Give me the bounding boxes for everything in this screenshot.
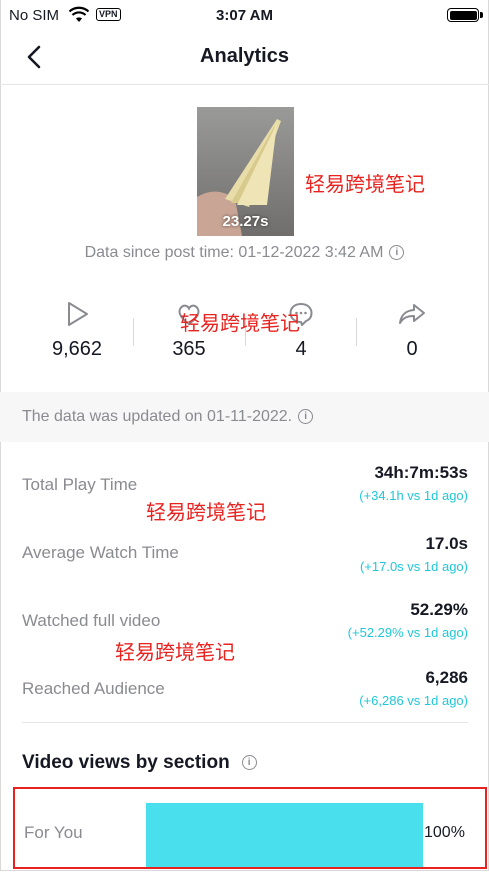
metric-change: (+6,286 vs 1d ago) bbox=[359, 693, 468, 708]
battery-icon bbox=[447, 8, 483, 22]
video-duration: 23.27s bbox=[222, 213, 269, 230]
metric-value: 6,286 bbox=[425, 668, 468, 687]
update-banner: The data was updated on 01-11-2022. i bbox=[0, 392, 489, 442]
metric-value: 52.29% bbox=[410, 600, 468, 619]
stat-value: 0 bbox=[406, 338, 418, 360]
status-bar: No SIM VPN 3:07 AM bbox=[0, 0, 489, 32]
banner-text-row: The data was updated on 01-11-2022. i bbox=[22, 408, 314, 426]
stat-plays: 9,662 bbox=[23, 300, 131, 361]
metric-change: (+34.1h vs 1d ago) bbox=[359, 488, 468, 503]
section-title: Video views by section i bbox=[22, 752, 257, 774]
metric-label: Reached Audience bbox=[22, 679, 165, 698]
highlight-box bbox=[13, 787, 487, 869]
nav-header: Analytics bbox=[0, 32, 489, 85]
divider bbox=[133, 318, 134, 346]
stat-value: 365 bbox=[172, 338, 206, 360]
metric-watched-full-video: Watched full video 52.29% (+52.29% vs 1d… bbox=[22, 600, 468, 650]
metric-label: Watched full video bbox=[22, 611, 161, 630]
metric-average-watch-time: Average Watch Time 17.0s (+17.0s vs 1d a… bbox=[22, 534, 468, 584]
stat-shares: 0 bbox=[358, 300, 466, 361]
divider bbox=[356, 318, 357, 346]
info-icon[interactable]: i bbox=[298, 409, 314, 425]
watermark-text: 轻易跨境笔记 bbox=[146, 502, 266, 524]
data-since-text: Data since post time: 01-12-2022 3:42 AM… bbox=[0, 244, 489, 262]
page-title: Analytics bbox=[200, 45, 289, 67]
metric-value: 34h:7m:53s bbox=[374, 463, 468, 482]
watermark-text: 轻易跨境笔记 bbox=[305, 174, 425, 196]
video-thumbnail[interactable]: 23.27s bbox=[197, 107, 294, 236]
status-time: 3:07 AM bbox=[216, 7, 273, 24]
watermark-text: 轻易跨境笔记 bbox=[115, 642, 235, 664]
section-title-text: Video views by section bbox=[22, 752, 230, 773]
data-since-label: Data since post time: 01-12-2022 3:42 AM bbox=[84, 244, 384, 261]
stat-value: 9,662 bbox=[51, 338, 103, 360]
info-icon[interactable]: i bbox=[241, 755, 257, 771]
info-icon[interactable]: i bbox=[389, 245, 405, 261]
metric-change: (+52.29% vs 1d ago) bbox=[347, 625, 468, 640]
metric-label: Total Play Time bbox=[22, 475, 138, 494]
metric-change: (+17.0s vs 1d ago) bbox=[359, 559, 468, 574]
play-icon bbox=[68, 302, 88, 326]
metric-label: Average Watch Time bbox=[22, 543, 179, 562]
watermark-text: 轻易跨境笔记 bbox=[180, 313, 300, 335]
metric-value: 17.0s bbox=[425, 534, 468, 553]
stat-value: 4 bbox=[295, 338, 307, 360]
divider bbox=[22, 722, 468, 723]
share-icon bbox=[399, 304, 425, 324]
banner-text: The data was updated on 01-11-2022. bbox=[22, 408, 293, 425]
metric-reached-audience: Reached Audience 6,286 (+6,286 vs 1d ago… bbox=[22, 668, 468, 718]
